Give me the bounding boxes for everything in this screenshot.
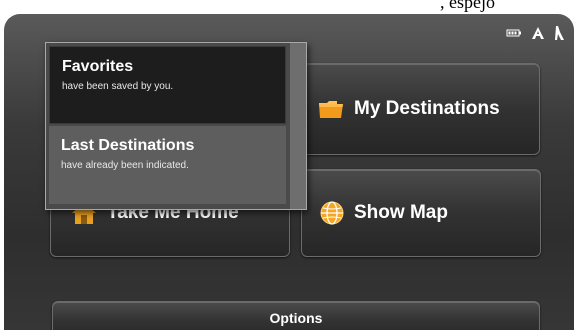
popup-item-subtitle: have already been indicated.	[61, 160, 189, 171]
options-button[interactable]: Options	[52, 301, 540, 330]
destinations-popup: Favorites have been saved by you. Last D…	[45, 42, 307, 210]
popup-item-title: Favorites	[62, 58, 134, 75]
satellite-icon	[555, 26, 564, 40]
navigation-screen: My Destinations Show Map Take Me Home Op…	[4, 14, 574, 330]
gps-signal-icon	[532, 27, 544, 39]
folder-icon	[318, 99, 344, 119]
my-destinations-label: My Destinations	[354, 98, 500, 119]
show-map-button[interactable]: Show Map	[301, 169, 541, 257]
globe-icon	[320, 201, 344, 225]
popup-item-subtitle: have been saved by you.	[62, 81, 174, 92]
popup-item-title: Last Destinations	[61, 137, 195, 154]
popup-item-favorites[interactable]: Favorites have been saved by you.	[49, 46, 286, 124]
window-strip-text: , espejo	[440, 0, 495, 12]
battery-icon	[506, 29, 521, 37]
my-destinations-button[interactable]: My Destinations	[297, 63, 540, 155]
status-bar	[506, 26, 564, 40]
show-map-label: Show Map	[354, 202, 448, 223]
popup-item-last-destinations[interactable]: Last Destinations have already been indi…	[49, 126, 286, 204]
popup-scrollbar[interactable]	[290, 43, 306, 209]
options-label: Options	[269, 310, 323, 326]
